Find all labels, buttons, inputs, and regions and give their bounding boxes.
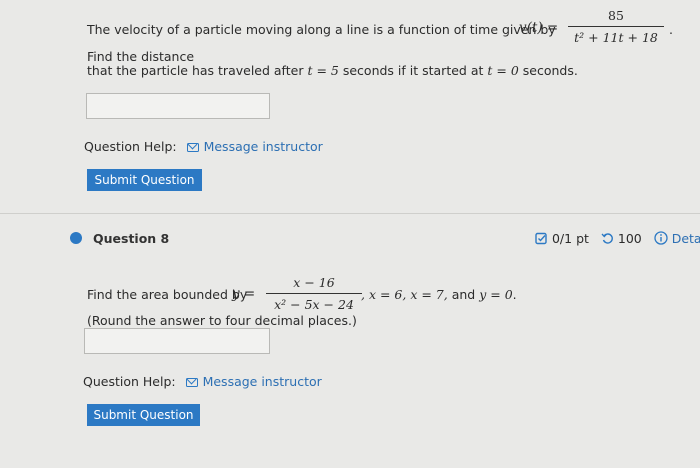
- q7-trailing-period: .: [669, 22, 673, 37]
- q8-find-prefix: Find the area bounded by: [87, 287, 248, 302]
- q8-score: 0/1 pt: [551, 231, 589, 246]
- q8-fraction-denominator: x² − 5x − 24: [274, 297, 354, 312]
- checkbox-pencil-icon: [535, 232, 547, 245]
- q8-attempts: 100: [617, 231, 642, 246]
- q7-question-help: Question Help: Message instructor: [84, 139, 323, 154]
- q7-find-label: Find the distance: [87, 49, 195, 64]
- q8-period: .: [512, 287, 517, 302]
- q8-answer-input[interactable]: [84, 328, 270, 354]
- q8-message-instructor-link[interactable]: Message instructor: [185, 374, 322, 389]
- q8-submit-button[interactable]: Submit Question: [87, 404, 200, 426]
- q7-message-instructor-link[interactable]: Message instructor: [186, 139, 323, 154]
- q8-area-fraction: x − 16 x² − 5x − 24: [266, 275, 362, 312]
- q7-fraction-denominator: t² + 11t + 18: [574, 30, 658, 45]
- q8-conditions: , x = 6, x = 7,: [361, 287, 448, 302]
- q8-details-link[interactable]: Details: [672, 231, 700, 246]
- q8-y-zero: y = 0: [479, 287, 513, 302]
- q8-message-label: Message instructor: [202, 374, 322, 389]
- q8-question-help: Question Help: Message instructor: [83, 374, 322, 389]
- q8-help-label: Question Help:: [83, 374, 176, 389]
- q8-conditions-line: , x = 6, x = 7, and y = 0.: [361, 287, 517, 302]
- q7-t-equals-0: t = 0: [487, 63, 519, 78]
- q7-fraction-bar: [568, 26, 664, 27]
- q7-velocity-fraction: 85 t² + 11t + 18: [568, 8, 664, 45]
- q7-fraction-numerator: 85: [608, 8, 624, 23]
- q8-round-note: (Round the answer to four decimal places…: [87, 313, 357, 328]
- retry-icon: [601, 233, 613, 244]
- q8-meta: 0/1 pt 100 Details: [535, 231, 700, 246]
- q7-submit-button[interactable]: Submit Question: [87, 169, 202, 191]
- q8-submit-label: Submit Question: [93, 408, 194, 422]
- q8-title: Question 8: [93, 231, 170, 246]
- q7-help-label: Question Help:: [84, 139, 177, 154]
- q7-line2-c: seconds.: [522, 63, 578, 78]
- question-bullet: [70, 232, 82, 244]
- q7-answer-input[interactable]: [86, 93, 270, 119]
- q8-fraction-numerator: x − 16: [293, 275, 335, 290]
- q7-t-equals-5: t = 5: [307, 63, 339, 78]
- q7-line2-b: seconds if it started at: [342, 63, 484, 78]
- q7-message-label: Message instructor: [203, 139, 323, 154]
- q7-line2-a: that the particle has traveled after: [87, 63, 304, 78]
- info-icon: [654, 231, 668, 245]
- q8-y-equals: y =: [232, 286, 256, 302]
- mail-icon: [186, 143, 199, 152]
- q8-fraction-bar: [266, 293, 362, 294]
- q7-line2: that the particle has traveled after t =…: [87, 63, 578, 78]
- section-divider: [0, 213, 700, 214]
- mail-icon: [185, 378, 198, 387]
- q7-intro: The velocity of a particle moving along …: [87, 22, 556, 37]
- q7-function-lhs: v(t) =: [519, 20, 559, 36]
- q7-submit-label: Submit Question: [94, 173, 195, 187]
- q8-and: and: [451, 287, 476, 302]
